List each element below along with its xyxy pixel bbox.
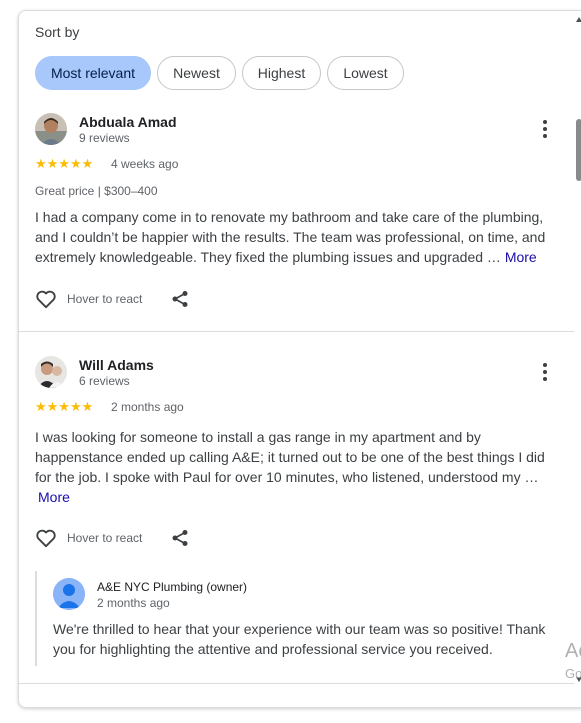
review-text-content: I was looking for someone to install a g… <box>35 429 545 485</box>
activation-watermark-sub: Go <box>565 666 581 681</box>
star-rating: ★★★★★ <box>35 399 94 414</box>
share-button[interactable] <box>171 529 189 552</box>
owner-response-text: We're thrilled to hear that your experie… <box>53 621 546 657</box>
heart-outline-icon <box>36 529 56 548</box>
owner-response-bar <box>35 571 37 666</box>
avatar-icon <box>35 356 67 388</box>
reviewer-avatar[interactable] <box>35 356 67 388</box>
owner-response-date: 2 months ago <box>97 596 170 610</box>
scrollbar[interactable] <box>576 11 581 707</box>
scroll-thumb[interactable] <box>576 119 581 181</box>
react-button[interactable]: Hover to react <box>35 526 142 550</box>
review-divider <box>19 683 574 684</box>
review-text: I was looking for someone to install a g… <box>35 427 550 507</box>
reviewer-review-count: 6 reviews <box>79 374 130 388</box>
activation-watermark: Ac <box>565 640 581 662</box>
scroll-up-arrow-icon[interactable] <box>576 17 581 22</box>
review-date: 2 months ago <box>111 400 184 414</box>
avatar-icon <box>53 578 85 610</box>
owner-name: A&E NYC Plumbing (owner) <box>97 580 248 594</box>
review-item: Will Adams 6 reviews ★★★★★ 2 months ago … <box>19 11 574 683</box>
reviewer-name[interactable]: Will Adams <box>79 357 154 373</box>
more-vert-icon[interactable] <box>535 362 555 382</box>
more-link[interactable]: More <box>38 489 70 505</box>
reviews-panel: Sort by Most relevant Newest Highest Low… <box>18 10 581 708</box>
share-icon <box>172 530 188 546</box>
owner-avatar <box>53 578 85 610</box>
react-label: Hover to react <box>67 531 143 545</box>
